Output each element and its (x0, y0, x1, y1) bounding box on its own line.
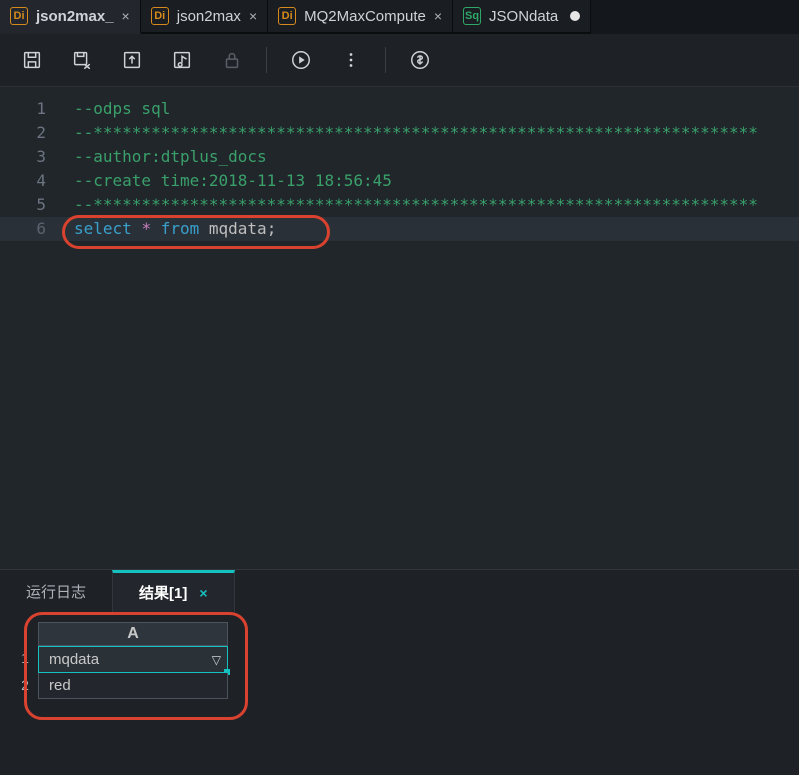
editor-toolbar (0, 34, 799, 86)
line-number: 3 (0, 145, 60, 169)
panel-tab-bar: 运行日志 结果[1] × (0, 570, 799, 612)
code-comment: --**************************************… (74, 195, 758, 214)
save-as-button[interactable] (62, 40, 102, 80)
more-button[interactable] (331, 40, 371, 80)
close-icon[interactable]: × (434, 8, 442, 24)
di-icon: Di (278, 7, 296, 25)
line-number: 1 (0, 97, 60, 121)
code-area[interactable]: --odps sql --***************************… (74, 97, 799, 569)
tab-label: json2max (177, 8, 241, 25)
di-icon: Di (151, 7, 169, 25)
format-button[interactable] (162, 40, 202, 80)
tab-bar: Di json2max_ × Di json2max × Di MQ2MaxCo… (0, 0, 799, 34)
save-as-icon (71, 49, 93, 71)
format-icon (171, 49, 193, 71)
result-grid: A 1 mqdata ▽ 2 red (0, 612, 799, 699)
panel-tab-label: 结果[1] (139, 582, 187, 603)
row-number: 1 (12, 646, 38, 673)
code-punct: ; (267, 219, 277, 238)
save-button[interactable] (12, 40, 52, 80)
close-icon[interactable]: × (199, 585, 207, 601)
file-tab-0[interactable]: Di json2max_ × (0, 0, 141, 34)
upload-icon (121, 49, 143, 71)
lock-button[interactable] (212, 40, 252, 80)
row-number: 2 (12, 673, 38, 699)
close-icon[interactable]: × (122, 8, 130, 24)
column-header[interactable]: A (38, 622, 228, 646)
file-tab-3[interactable]: Sq JSONdata (453, 0, 591, 32)
dirty-dot-icon (570, 11, 580, 21)
line-gutter: 1 2 3 4 5 6 (0, 97, 60, 569)
kebab-icon (340, 49, 362, 71)
line-number: 5 (0, 193, 60, 217)
code-keyword: from (161, 219, 200, 238)
line-number: 2 (0, 121, 60, 145)
code-keyword: select (74, 219, 132, 238)
save-icon (21, 49, 43, 71)
file-tab-1[interactable]: Di json2max × (141, 0, 268, 32)
result-cell[interactable]: red (38, 673, 228, 699)
sq-icon: Sq (463, 7, 481, 25)
panel-tab-log[interactable]: 运行日志 (0, 570, 112, 612)
close-icon[interactable]: × (249, 8, 257, 24)
line-number: 4 (0, 169, 60, 193)
file-tab-2[interactable]: Di MQ2MaxCompute × (268, 0, 453, 32)
toolbar-divider (385, 47, 386, 73)
code-comment: --create time:2018-11-13 18:56:45 (74, 171, 392, 190)
result-cell[interactable]: mqdata ▽ (38, 646, 228, 673)
submit-button[interactable] (112, 40, 152, 80)
code-comment: --odps sql (74, 99, 170, 118)
play-icon (290, 49, 312, 71)
run-button[interactable] (281, 40, 321, 80)
dollar-icon (409, 49, 431, 71)
code-identifier: mqdata (209, 219, 267, 238)
code-comment: --**************************************… (74, 123, 758, 142)
results-panel: 运行日志 结果[1] × A 1 mqdata ▽ 2 red (0, 569, 799, 775)
panel-tab-label: 运行日志 (26, 581, 86, 602)
lock-icon (221, 49, 243, 71)
toolbar-divider (266, 47, 267, 73)
panel-tab-result[interactable]: 结果[1] × (112, 570, 235, 612)
tab-label: json2max_ (36, 8, 114, 25)
tab-label: JSONdata (489, 8, 558, 25)
chevron-down-icon[interactable]: ▽ (212, 653, 221, 667)
cell-value: red (49, 677, 71, 694)
code-comment: --author:dtplus_docs (74, 147, 267, 166)
tab-label: MQ2MaxCompute (304, 8, 426, 25)
cost-button[interactable] (400, 40, 440, 80)
di-icon: Di (10, 7, 28, 25)
code-editor[interactable]: 1 2 3 4 5 6 --odps sql --***************… (0, 86, 799, 569)
code-operator: * (141, 219, 151, 238)
cell-value: mqdata (49, 651, 99, 668)
